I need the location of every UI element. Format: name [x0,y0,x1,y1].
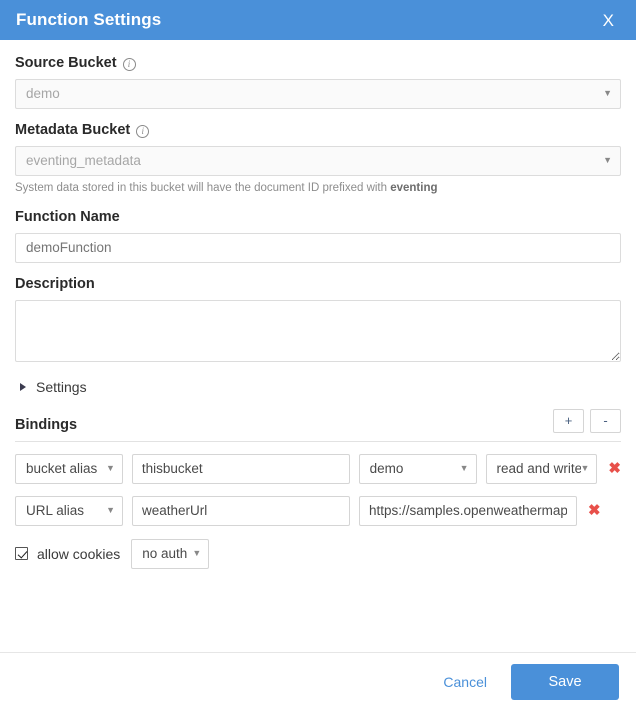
metadata-bucket-value: eventing_metadata [26,153,141,169]
save-button[interactable]: Save [511,664,619,700]
binding-permission-select-0[interactable]: read and write ▼ [485,453,598,484]
source-bucket-label: Source Bucket i [15,55,621,72]
source-bucket-group: Source Bucket i demo ▼ [15,55,621,109]
settings-expander[interactable]: Settings [20,379,87,395]
function-settings-dialog: Function Settings X Source Bucket i demo… [0,0,636,711]
settings-expander-label: Settings [36,378,87,395]
binding-permission-value-0: read and write [496,461,581,477]
binding-type-select-0[interactable]: bucket alias ▼ [15,453,123,484]
dialog-titlebar: Function Settings X [0,0,636,40]
source-bucket-value: demo [26,86,60,102]
description-textarea[interactable] [15,299,621,362]
chevron-down-icon: ▼ [105,463,115,474]
info-icon[interactable]: i [136,125,150,139]
bindings-controls: + - [553,408,621,433]
metadata-bucket-helper-emphasis: eventing [390,181,438,194]
description-label: Description [15,275,621,293]
allow-cookies-label: allow cookies [37,545,121,562]
chevron-down-icon: ▼ [580,463,590,474]
chevron-down-icon: ▼ [603,155,612,166]
cancel-button[interactable]: Cancel [439,668,491,696]
function-name-group: Function Name [15,208,621,263]
binding-bucket-value-0: demo [369,461,404,477]
allow-cookies-checkbox[interactable] [15,547,28,561]
dialog-title: Function Settings [16,10,162,29]
table-row: URL alias ▼ ✖ [15,495,621,526]
add-binding-button[interactable]: + [553,408,584,433]
delete-binding-icon-0[interactable]: ✖ [608,461,621,476]
bindings-divider [15,440,621,442]
metadata-bucket-label: Metadata Bucket i [15,121,621,139]
dialog-footer: Cancel Save [0,652,636,711]
table-row: bucket alias ▼ demo ▼ read and write ▼ ✖ [15,453,621,484]
binding-url-input-1[interactable] [359,495,577,526]
binding-type-select-1[interactable]: URL alias ▼ [15,495,123,526]
binding-alias-input-1[interactable] [132,495,350,526]
dialog-body: Source Bucket i demo ▼ Metadata Bucket i… [0,40,636,652]
chevron-down-icon: ▼ [603,88,612,99]
metadata-bucket-helper: System data stored in this bucket will h… [15,182,621,196]
close-icon[interactable]: X [599,10,618,31]
binding-type-value-0: bucket alias [26,461,98,477]
chevron-down-icon: ▼ [459,463,469,474]
remove-binding-button[interactable]: - [590,408,621,433]
allow-cookies-row: allow cookies no auth ▼ [15,538,621,569]
source-bucket-select[interactable]: demo ▼ [15,78,621,109]
bindings-title: Bindings [15,416,78,433]
binding-alias-input-0[interactable] [131,453,350,484]
metadata-bucket-helper-prefix: System data stored in this bucket will h… [15,181,391,194]
chevron-down-icon: ▼ [192,548,202,559]
chevron-down-icon: ▼ [106,505,115,516]
metadata-bucket-label-text: Metadata Bucket [15,121,131,138]
function-name-label: Function Name [15,208,621,226]
binding-type-value-1: URL alias [26,503,85,519]
delete-binding-icon-1[interactable]: ✖ [588,503,601,518]
bindings-header: Bindings + - [15,408,621,433]
binding-bucket-select-0[interactable]: demo ▼ [358,453,477,484]
description-group: Description [15,275,621,365]
auth-type-select[interactable]: no auth ▼ [131,538,210,569]
info-icon[interactable]: i [122,58,136,72]
function-name-label-text: Function Name [15,208,120,225]
source-bucket-label-text: Source Bucket [15,55,117,71]
auth-type-value: no auth [142,546,188,562]
function-name-input[interactable] [15,232,621,263]
metadata-bucket-group: Metadata Bucket i eventing_metadata ▼ Sy… [15,121,621,196]
metadata-bucket-select[interactable]: eventing_metadata ▼ [15,145,621,176]
triangle-right-icon [20,382,26,391]
description-label-text: Description [15,275,95,292]
